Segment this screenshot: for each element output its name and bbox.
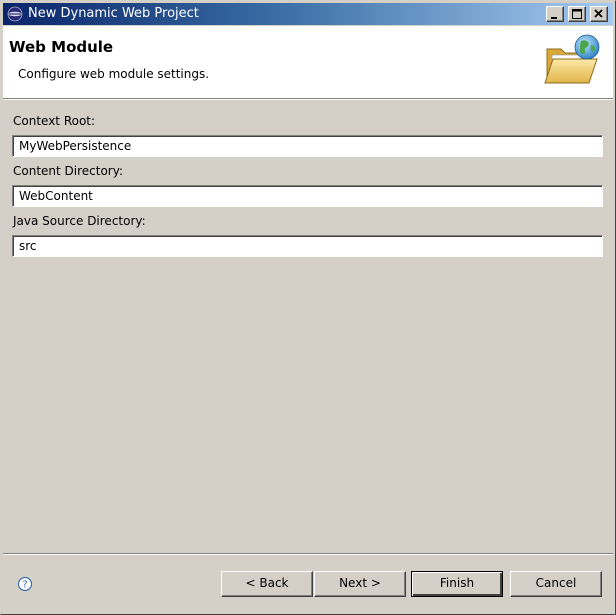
java-source-directory-field[interactable]: src: [12, 235, 603, 257]
help-icon[interactable]: ?: [17, 576, 33, 592]
page-title: Web Module: [9, 38, 114, 56]
next-button[interactable]: Next >: [314, 571, 406, 597]
dialog-window: New Dynamic Web Project Web Module Confi…: [0, 0, 616, 615]
minimize-button[interactable]: [546, 6, 564, 22]
header-separator: [3, 98, 613, 100]
finish-button[interactable]: Finish: [411, 571, 503, 597]
java-source-directory-label: Java Source Directory:: [13, 214, 146, 228]
eclipse-icon: [7, 6, 23, 22]
close-button[interactable]: [590, 6, 608, 22]
cancel-button[interactable]: Cancel: [510, 571, 602, 597]
context-root-label: Context Root:: [13, 114, 96, 128]
maximize-button[interactable]: [568, 6, 586, 22]
web-folder-globe-icon: [544, 34, 600, 84]
page-description: Configure web module settings.: [18, 67, 210, 81]
minimize-icon: [551, 17, 557, 19]
close-icon: [594, 9, 603, 18]
content-directory-field[interactable]: WebContent: [12, 185, 603, 207]
title-bar[interactable]: New Dynamic Web Project: [3, 3, 613, 25]
content-directory-label: Content Directory:: [13, 164, 124, 178]
back-button[interactable]: < Back: [221, 571, 313, 597]
footer-separator: [3, 553, 613, 555]
maximize-icon: [572, 9, 582, 19]
wizard-header: Web Module Configure web module settings…: [3, 26, 613, 98]
window-title: New Dynamic Web Project: [28, 6, 199, 21]
context-root-field[interactable]: MyWebPersistence: [12, 135, 603, 157]
svg-text:?: ?: [22, 580, 27, 591]
